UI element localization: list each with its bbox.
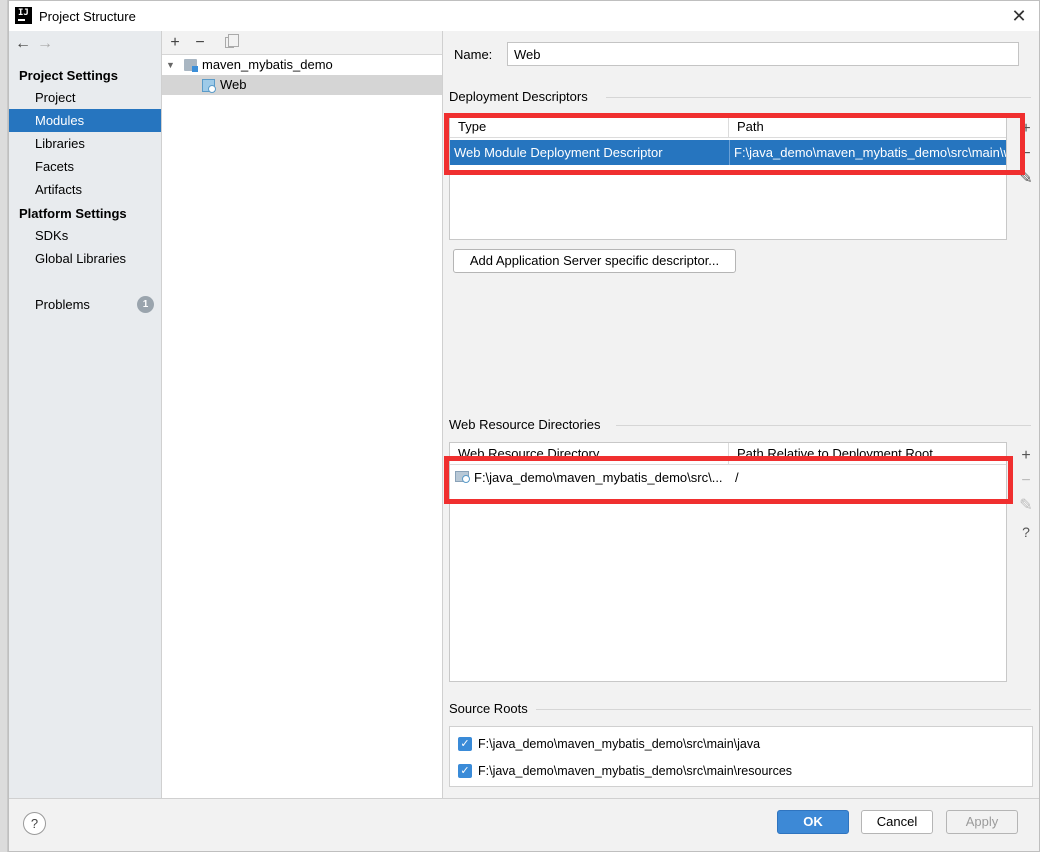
tree-item-module-label: maven_mybatis_demo (202, 57, 333, 72)
sidebar-item-libraries[interactable]: Libraries (9, 132, 161, 155)
annotation-highlight-box (444, 456, 1013, 504)
edit-web-resource-icon[interactable]: ✎ (1016, 496, 1036, 516)
background-window-strip (0, 0, 8, 852)
tree-item-web-facet[interactable]: Web (162, 75, 442, 95)
sidebar-item-project[interactable]: Project (9, 86, 161, 109)
source-roots-list: ✓ F:\java_demo\maven_mybatis_demo\src\ma… (449, 726, 1033, 787)
source-root-path: F:\java_demo\maven_mybatis_demo\src\main… (478, 764, 793, 778)
help-question-icon[interactable]: ? (1016, 522, 1036, 542)
deployment-descriptors-title: Deployment Descriptors (449, 89, 588, 104)
add-icon[interactable]: + (164, 32, 186, 54)
help-button[interactable]: ? (23, 812, 46, 835)
add-web-resource-icon[interactable]: + (1016, 446, 1036, 466)
tree-item-web-label: Web (220, 77, 247, 92)
apply-button[interactable]: Apply (946, 810, 1018, 834)
platform-settings-header: Platform Settings (19, 206, 127, 221)
sidebar-item-problems-label: Problems (35, 297, 90, 312)
sidebar-item-global-libraries[interactable]: Global Libraries (9, 247, 161, 270)
web-resource-side-toolbar: + − ✎ ? (1013, 442, 1039, 562)
name-label: Name: (454, 47, 493, 62)
sidebar-item-modules[interactable]: Modules (9, 109, 161, 132)
sidebar-item-sdks[interactable]: SDKs (9, 224, 161, 247)
project-structure-dialog: IJ Project Structure ✕ ← → Project Settin… (8, 0, 1040, 852)
intellij-logo-icon: IJ (15, 7, 32, 24)
module-tree-pane: + − ▼ maven_mybatis_demo Web (162, 31, 443, 798)
cancel-button[interactable]: Cancel (861, 810, 933, 834)
title-bar: IJ Project Structure ✕ (9, 1, 1039, 31)
separator (606, 97, 1031, 98)
nav-arrows: ← → (15, 35, 59, 53)
module-folder-icon (184, 59, 198, 72)
add-server-descriptor-button[interactable]: Add Application Server specific descript… (453, 249, 736, 273)
source-roots-title: Source Roots (449, 701, 528, 716)
expand-arrow-icon[interactable]: ▼ (166, 55, 175, 75)
checkbox-checked-icon[interactable]: ✓ (458, 764, 472, 778)
project-settings-header: Project Settings (19, 68, 118, 83)
web-facet-icon (202, 79, 216, 93)
remove-web-resource-icon[interactable]: − (1016, 471, 1036, 491)
sidebar-item-problems[interactable]: Problems 1 (9, 293, 161, 316)
separator (616, 425, 1031, 426)
annotation-highlight-box (444, 113, 1025, 175)
problems-count-badge: 1 (137, 296, 154, 313)
source-root-path: F:\java_demo\maven_mybatis_demo\src\main… (478, 737, 761, 751)
remove-icon[interactable]: − (189, 32, 211, 54)
sidebar-item-artifacts[interactable]: Artifacts (9, 178, 161, 201)
copy-icon[interactable] (225, 34, 239, 48)
sidebar-item-facets[interactable]: Facets (9, 155, 161, 178)
ok-button[interactable]: OK (777, 810, 849, 834)
tree-toolbar: + − (162, 31, 442, 55)
back-arrow-icon[interactable]: ← (15, 35, 37, 53)
forward-arrow-icon[interactable]: → (37, 35, 59, 53)
dialog-button-bar: ? OK Cancel Apply (9, 798, 1039, 851)
checkbox-checked-icon[interactable]: ✓ (458, 737, 472, 751)
close-icon[interactable]: ✕ (1009, 6, 1029, 26)
tree-item-module[interactable]: ▼ maven_mybatis_demo (162, 55, 442, 75)
facet-settings-panel: Name: Deployment Descriptors Type Path W… (444, 31, 1039, 798)
window-title: Project Structure (39, 9, 136, 24)
settings-sidebar: ← → Project Settings Project Modules Libr… (9, 31, 162, 798)
web-resource-directories-title: Web Resource Directories (449, 417, 601, 432)
separator (536, 709, 1031, 710)
facet-name-input[interactable] (507, 42, 1019, 66)
